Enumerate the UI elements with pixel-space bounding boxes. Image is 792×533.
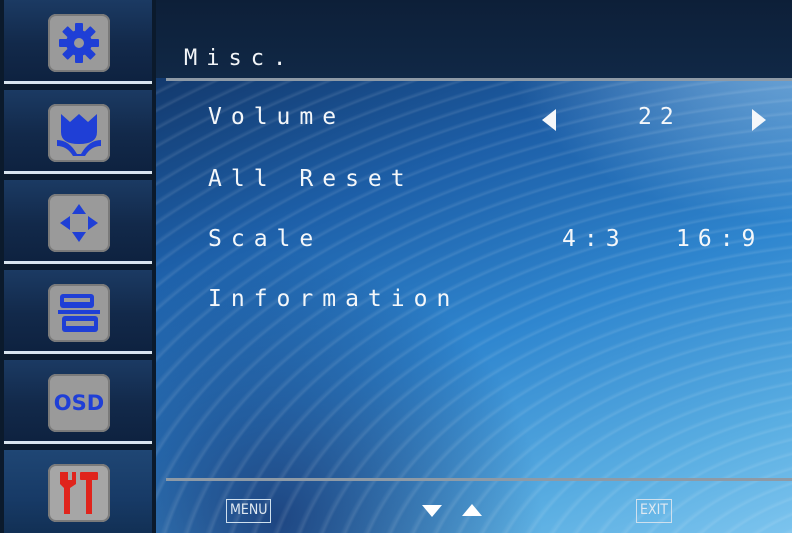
volume-value: 22: [638, 104, 682, 130]
arrow-right-icon[interactable]: [752, 109, 766, 131]
menu-button[interactable]: MENU: [226, 499, 272, 523]
sidebar: OSD: [4, 0, 152, 533]
scale-option-16-9[interactable]: 16:9: [676, 226, 763, 252]
sidebar-item-misc[interactable]: [4, 450, 152, 533]
sidebar-item-position[interactable]: [4, 180, 152, 264]
footer-bar: MENU EXIT: [156, 483, 792, 533]
connector-icon: [48, 284, 110, 342]
menu-item-information[interactable]: Information: [208, 286, 459, 320]
position-arrows-icon: [48, 194, 110, 252]
osd-icon-label: OSD: [53, 391, 105, 415]
tools-icon: [48, 464, 110, 522]
menu-panel: Misc. Volume 22 All Reset Scale 4:3 16:9…: [156, 0, 792, 533]
sidebar-item-settings[interactable]: [4, 0, 152, 84]
footer-divider: [166, 478, 792, 481]
arrow-left-icon[interactable]: [542, 109, 556, 131]
title-bar: Misc.: [156, 0, 792, 78]
page-title: Misc.: [184, 46, 296, 71]
sidebar-item-input[interactable]: [4, 270, 152, 354]
up-arrow-icon[interactable]: [462, 504, 482, 516]
menu-item-all-reset[interactable]: All Reset: [208, 166, 414, 200]
tulip-icon: [48, 104, 110, 162]
down-arrow-icon[interactable]: [422, 505, 442, 517]
menu-item-scale[interactable]: Scale: [208, 226, 322, 260]
title-divider: [166, 78, 792, 81]
sidebar-item-osd[interactable]: OSD: [4, 360, 152, 444]
exit-button[interactable]: EXIT: [636, 499, 672, 523]
sidebar-item-picture[interactable]: [4, 90, 152, 174]
menu-item-volume[interactable]: Volume: [208, 104, 345, 138]
osd-icon: OSD: [48, 374, 110, 432]
osd-screen: OSD Misc. Volume 22 All Reset Scale 4:3 …: [0, 0, 792, 533]
gear-icon: [48, 14, 110, 72]
scale-option-4-3[interactable]: 4:3: [562, 226, 628, 252]
